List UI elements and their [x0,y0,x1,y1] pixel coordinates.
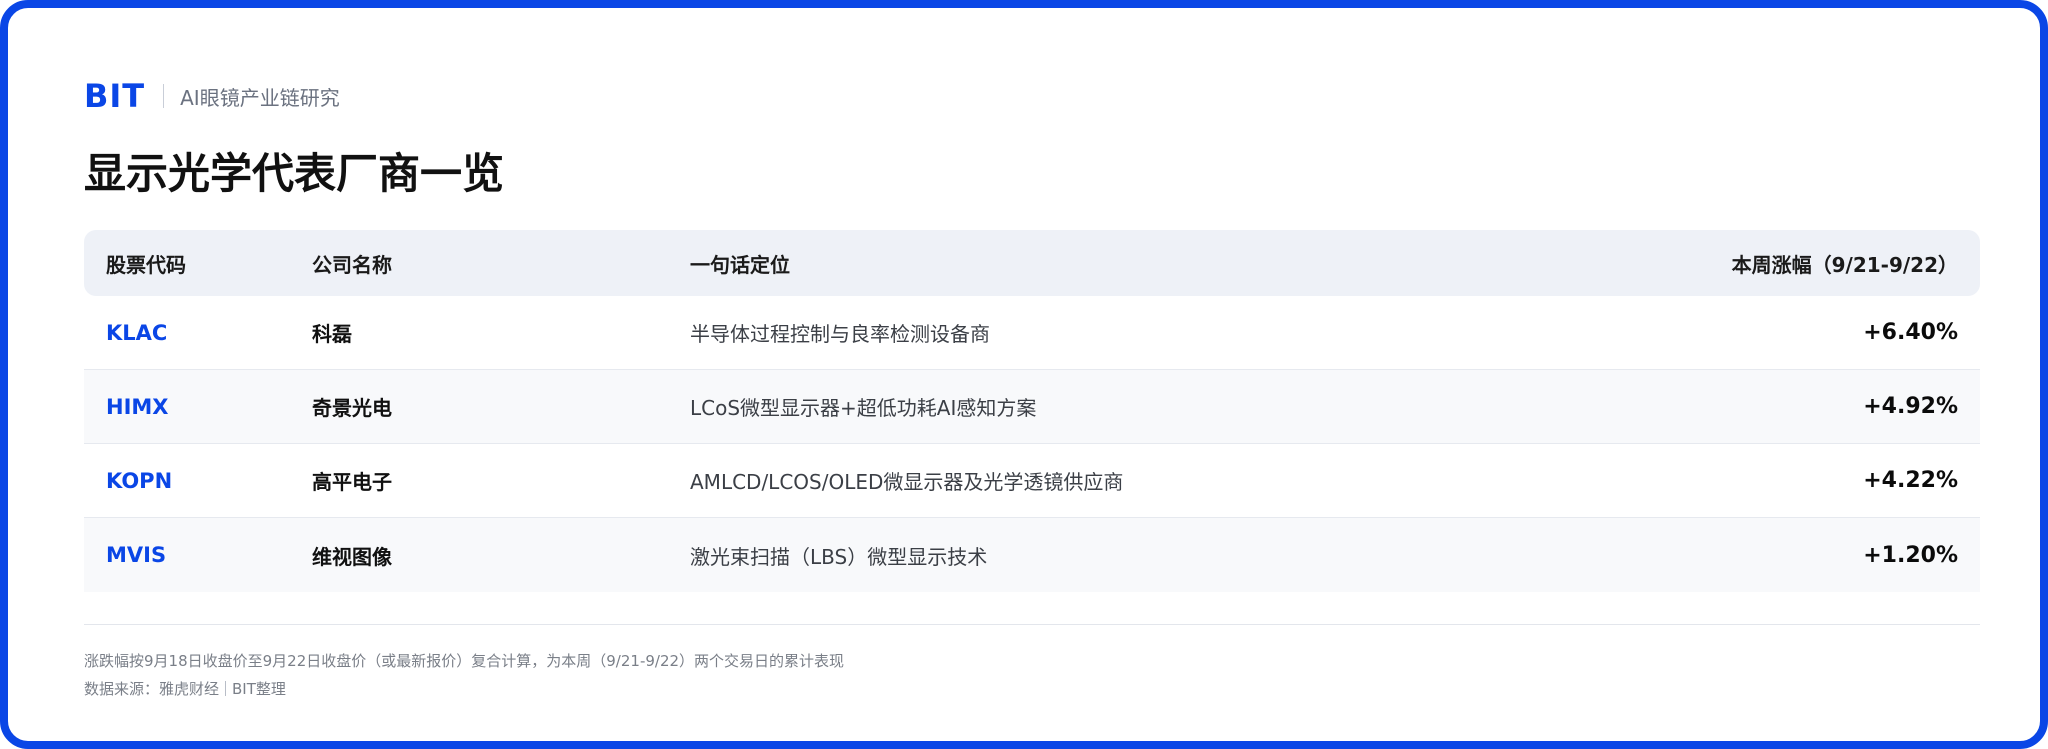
positioning-cell: 半导体过程控制与良率检测设备商 [690,322,990,346]
positioning-cell: AMLCD/LCOS/OLED微显示器及光学透镜供应商 [690,470,1124,494]
change-cell: +6.40% [1863,320,1958,345]
source-label: 数据来源：雅虎财经 [84,680,220,698]
table-row: HIMX 奇景光电 LCoS微型显示器+超低功耗AI感知方案 +4.92% [84,370,1980,444]
company-cell: 维视图像 [312,544,392,569]
table-row: MVIS 维视图像 激光束扫描（LBS）微型显示技术 +1.20% [84,518,1980,592]
source-note: 数据来源：雅虎财经 BIT整理 [84,678,286,699]
ticker-cell[interactable]: MVIS [84,543,312,567]
header-positioning: 一句话定位 [690,252,790,277]
footer-divider [84,624,1980,625]
brand-logo: BIT [84,77,146,115]
ticker-cell[interactable]: KLAC [84,321,312,345]
brand-subtitle: AI眼镜产业链研究 [180,85,340,110]
header-ticker: 股票代码 [106,252,186,277]
method-note: 涨跌幅按9月18日收盘价至9月22日收盘价（或最新报价）复合计算，为本周（9/2… [84,650,844,671]
vendor-table: 股票代码 公司名称 一句话定位 本周涨幅（9/21-9/22） KLAC 科磊 … [84,230,1980,592]
table-row: KOPN 高平电子 AMLCD/LCOS/OLED微显示器及光学透镜供应商 +4… [84,444,1980,518]
table-row: KLAC 科磊 半导体过程控制与良率检测设备商 +6.40% [84,296,1980,370]
change-cell: +4.22% [1863,468,1958,493]
page-title: 显示光学代表厂商一览 [84,149,505,198]
source-org: BIT整理 [232,680,286,698]
change-cell: +1.20% [1863,542,1958,568]
table-header: 股票代码 公司名称 一句话定位 本周涨幅（9/21-9/22） [84,230,1980,296]
ticker-cell[interactable]: KOPN [84,469,312,493]
brand-divider [163,84,165,108]
positioning-cell: 激光束扫描（LBS）微型显示技术 [690,544,988,569]
header-weekly-change: 本周涨幅（9/21-9/22） [1731,252,1958,277]
positioning-cell: LCoS微型显示器+超低功耗AI感知方案 [690,396,1037,420]
company-cell: 高平电子 [312,470,392,494]
brand-header: BIT AI眼镜产业链研究 [84,76,340,116]
company-cell: 科磊 [312,322,352,346]
company-cell: 奇景光电 [312,396,392,420]
source-divider [225,681,227,696]
header-company: 公司名称 [312,252,392,277]
card-frame: BIT AI眼镜产业链研究 显示光学代表厂商一览 股票代码 公司名称 一句话定位… [0,0,2048,749]
method-note-text: 涨跌幅按9月18日收盘价至9月22日收盘价（或最新报价）复合计算，为本周（9/2… [84,652,845,670]
ticker-cell[interactable]: HIMX [84,395,312,419]
change-cell: +4.92% [1863,394,1958,419]
